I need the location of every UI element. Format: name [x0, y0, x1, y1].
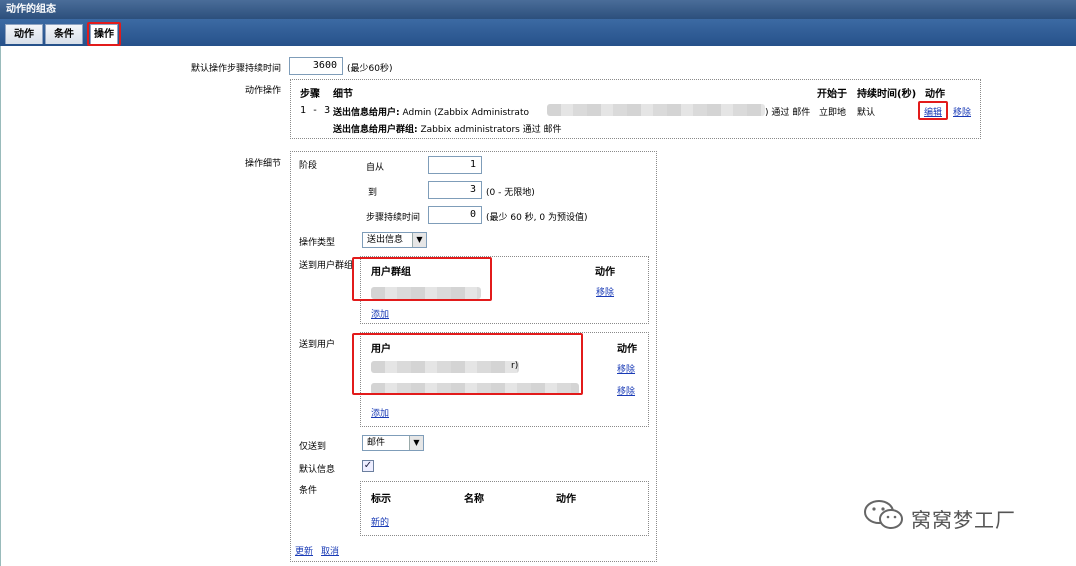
operations-label: 动作操作 — [245, 86, 282, 96]
groups-col-action: 动作 — [595, 267, 615, 278]
wechat-logo-icon — [863, 498, 905, 535]
window-title: 动作的组态 — [0, 0, 1076, 19]
update-link[interactable]: 更新 — [295, 544, 313, 557]
col-duration: 持续时间(秒) — [857, 89, 917, 100]
remove-operation-link[interactable]: 移除 — [953, 105, 971, 118]
row-steps: 1 - 3 — [300, 105, 331, 116]
redacted-user-email — [547, 104, 765, 116]
send-groups-label: 送到用户群组 — [299, 261, 354, 271]
step-duration-input[interactable]: 0 — [428, 206, 482, 224]
new-condition-link[interactable]: 新的 — [371, 515, 389, 528]
row-detail1-text: Admin (Zabbix Administrato — [402, 108, 529, 118]
from-input[interactable]: 1 — [428, 156, 482, 174]
col-action: 动作 — [925, 89, 945, 100]
users-table: 用户 动作 r) 移除 移除 添加 — [360, 332, 649, 427]
tab-conditions[interactable]: 条件 — [45, 24, 83, 44]
cond-col-name: 名称 — [464, 494, 484, 505]
op-type-label: 操作类型 — [299, 238, 336, 248]
step-duration-hint: (最少 60 秒, 0 为预设值) — [486, 213, 588, 223]
row-detail1-suffix: ) 通过 邮件 — [765, 108, 811, 118]
send-only-label: 仅送到 — [299, 442, 327, 452]
groups-col-name: 用户群组 — [371, 267, 411, 278]
chevron-down-icon: ▼ — [409, 436, 423, 450]
conditions-table: 标示 名称 动作 新的 — [360, 481, 649, 536]
op-details-panel: 阶段 自从 1 到 3 (0 - 无限地) 步骤持续时间 0 (最少 60 秒,… — [290, 151, 657, 562]
default-step-label: 默认操作步骤持续时间 — [191, 64, 282, 74]
cond-col-action: 动作 — [556, 494, 576, 505]
redacted-user-2 — [371, 383, 579, 395]
tab-operations[interactable]: 操作 — [90, 24, 118, 44]
step-duration-label: 步骤持续时间 — [366, 213, 421, 223]
row-detail-line1: 送出信息给用户: Admin (Zabbix Administrato — [333, 105, 529, 118]
row-start: 立即地 — [819, 108, 847, 118]
default-msg-label: 默认信息 — [299, 465, 336, 475]
users-col-name: 用户 — [371, 344, 391, 355]
add-user-link[interactable]: 添加 — [371, 406, 389, 419]
op-type-select[interactable]: 送出信息 ▼ — [362, 232, 427, 248]
watermark-text: 窝窝梦工厂 — [911, 508, 1016, 532]
row-duration: 默认 — [857, 108, 876, 118]
chevron-down-icon: ▼ — [412, 233, 426, 247]
default-step-input[interactable]: 3600 — [289, 57, 343, 75]
edit-operation-link[interactable]: 编辑 — [924, 105, 942, 118]
default-step-hint: (最少60秒) — [347, 64, 393, 74]
cond-col-label: 标示 — [371, 494, 391, 505]
op-type-value: 送出信息 — [367, 235, 404, 245]
row-detail1-prefix: 送出信息给用户: — [333, 108, 400, 118]
remove-user-2-link[interactable]: 移除 — [617, 384, 635, 397]
conditions-label: 条件 — [299, 486, 318, 496]
row-detail2-text: Zabbix administrators 通过 邮件 — [420, 125, 562, 135]
tab-actions[interactable]: 动作 — [5, 24, 43, 44]
row-detail-line2: 送出信息给用户群组: Zabbix administrators 通过 邮件 — [333, 122, 562, 135]
col-steps: 步骤 — [300, 89, 320, 100]
user1-tail: r) — [511, 361, 519, 371]
from-label: 自从 — [366, 163, 385, 173]
send-only-value: 邮件 — [367, 438, 386, 448]
redacted-group-name — [371, 287, 481, 299]
op-details-label: 操作细节 — [245, 159, 282, 169]
main-form: 默认操作步骤持续时间 3600 (最少60秒) 动作操作 步骤 细节 开始于 持… — [0, 46, 1076, 566]
to-input[interactable]: 3 — [428, 181, 482, 199]
send-users-label: 送到用户 — [299, 340, 336, 350]
redacted-user-1 — [371, 361, 519, 373]
col-start: 开始于 — [817, 89, 847, 100]
remove-group-link[interactable]: 移除 — [596, 285, 614, 298]
default-msg-checkbox[interactable]: ✓ — [362, 460, 374, 472]
tab-bar: 动作 条件 操作 — [0, 19, 1076, 46]
stage-label: 阶段 — [299, 161, 318, 171]
row-detail2-prefix: 送出信息给用户群组: — [333, 125, 418, 135]
to-label: 到 — [368, 188, 378, 198]
send-only-select[interactable]: 邮件 ▼ — [362, 435, 424, 451]
operations-table: 步骤 细节 开始于 持续时间(秒) 动作 1 - 3 送出信息给用户: Admi… — [290, 79, 981, 139]
users-col-action: 动作 — [617, 344, 637, 355]
groups-table: 用户群组 动作 移除 添加 — [360, 256, 649, 324]
remove-user-1-link[interactable]: 移除 — [617, 362, 635, 375]
col-details: 细节 — [333, 89, 353, 100]
cancel-link[interactable]: 取消 — [321, 544, 339, 557]
to-hint: (0 - 无限地) — [486, 188, 535, 198]
add-group-link[interactable]: 添加 — [371, 307, 389, 320]
